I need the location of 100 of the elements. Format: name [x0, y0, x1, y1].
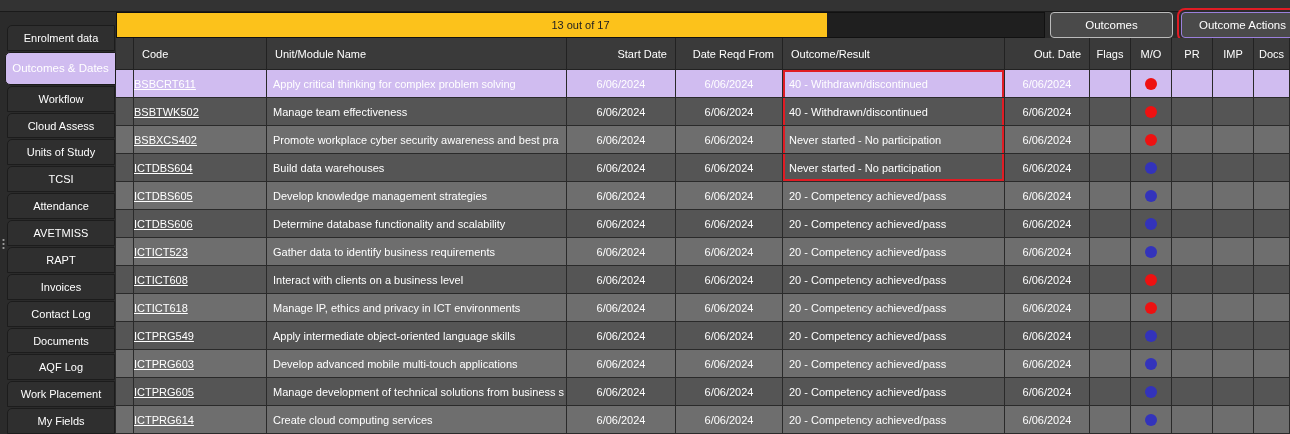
table-cell	[1254, 294, 1290, 322]
table-cell	[1213, 70, 1254, 98]
column-header[interactable]: Outcome/Result	[783, 38, 1005, 70]
table-cell	[1254, 182, 1290, 210]
table-cell	[1254, 266, 1290, 294]
sidebar-tab[interactable]: Cloud Assess	[7, 112, 115, 139]
table-cell: 6/06/2024	[1005, 70, 1090, 98]
table-cell	[1254, 126, 1290, 154]
unit-code-link[interactable]: ICTPRG603	[134, 357, 194, 370]
action-button[interactable]: Outcomes	[1050, 12, 1173, 38]
sidebar-tab[interactable]: My Fields	[7, 408, 115, 434]
unit-code-link[interactable]: BSBTWK502	[134, 105, 199, 118]
column-header[interactable]: Flags	[1090, 38, 1131, 70]
unit-code-link[interactable]: ICTICT618	[134, 301, 188, 314]
column-header[interactable]: Out. Date	[1005, 38, 1090, 70]
sidebar-tab[interactable]: Attendance	[7, 193, 115, 220]
table-cell: Never started - No participation	[783, 126, 1005, 154]
column-header[interactable]: PR	[1172, 38, 1213, 70]
table-cell	[1213, 406, 1254, 434]
sidebar-tab[interactable]: Documents	[7, 327, 115, 354]
table-cell: Manage team effectiveness	[267, 98, 567, 126]
table-cell: 6/06/2024	[676, 406, 783, 434]
table-cell: 6/06/2024	[1005, 182, 1090, 210]
table-cell: 6/06/2024	[676, 266, 783, 294]
table-cell	[1213, 322, 1254, 350]
unit-code-link[interactable]: ICTDBS604	[134, 161, 193, 174]
table-cell: 6/06/2024	[567, 98, 676, 126]
table-cell: 20 - Competency achieved/pass	[783, 182, 1005, 210]
table-cell: 6/06/2024	[676, 98, 783, 126]
table-cell: Interact with clients on a business level	[267, 266, 567, 294]
table-cell	[1213, 98, 1254, 126]
table-cell	[1254, 406, 1290, 434]
table-cell: Never started - No participation	[783, 154, 1005, 182]
grip-handle-icon[interactable]	[2, 238, 5, 250]
table-cell: 6/06/2024	[676, 322, 783, 350]
sidebar-tab[interactable]: RAPT	[7, 246, 115, 273]
table-cell	[1213, 378, 1254, 406]
column-header[interactable]: M/O	[1131, 38, 1172, 70]
table-cell	[1254, 210, 1290, 238]
unit-code-link[interactable]: ICTICT523	[134, 245, 188, 258]
sidebar-tab[interactable]: AQF Log	[7, 354, 115, 381]
column-header[interactable]: IMP	[1213, 38, 1254, 70]
table-cell: 6/06/2024	[1005, 350, 1090, 378]
column-header[interactable]: Date Reqd From	[676, 38, 783, 70]
unit-code-link[interactable]: ICTDBS605	[134, 189, 193, 202]
table-cell	[1254, 322, 1290, 350]
table-cell	[1213, 266, 1254, 294]
column-header[interactable]: Start Date	[567, 38, 676, 70]
table-cell: Develop knowledge management strategies	[267, 182, 567, 210]
unit-code-link[interactable]: ICTPRG549	[134, 329, 194, 342]
table-cell: 6/06/2024	[1005, 322, 1090, 350]
sidebar-tab[interactable]: Units of Study	[7, 139, 115, 166]
row-selector[interactable]	[116, 70, 134, 98]
unit-code-link[interactable]: ICTPRG614	[134, 413, 194, 426]
table-cell: 6/06/2024	[1005, 210, 1090, 238]
table-cell	[1254, 378, 1290, 406]
table-cell: 6/06/2024	[1005, 154, 1090, 182]
sidebar-tab[interactable]: AVETMISS	[7, 220, 115, 246]
table-cell: 6/06/2024	[567, 238, 676, 266]
sidebar-tab[interactable]: Invoices	[7, 273, 115, 300]
unit-code-link[interactable]: BSBXCS402	[134, 133, 197, 146]
table-cell: 20 - Competency achieved/pass	[783, 406, 1005, 434]
table-cell: Apply intermediate object-oriented language skills	[267, 322, 567, 350]
unit-code-link[interactable]: ICTPRG605	[134, 385, 194, 398]
table-cell: 6/06/2024	[1005, 98, 1090, 126]
table-cell: 6/06/2024	[567, 126, 676, 154]
table-cell: 6/06/2024	[676, 238, 783, 266]
table-cell: 6/06/2024	[676, 210, 783, 238]
table-cell: 6/06/2024	[1005, 406, 1090, 434]
unit-code-link[interactable]: ICTDBS606	[134, 217, 193, 230]
table-cell	[1213, 126, 1254, 154]
table-cell: 6/06/2024	[1005, 238, 1090, 266]
table-cell	[1213, 238, 1254, 266]
table-cell: 6/06/2024	[567, 406, 676, 434]
table-cell: 20 - Competency achieved/pass	[783, 266, 1005, 294]
table-cell: Apply critical thinking for complex problem solving	[267, 70, 567, 98]
sidebar-tab[interactable]: Contact Log	[7, 300, 115, 327]
sidebar-tab[interactable]: TCSI	[7, 166, 115, 193]
table-cell	[1254, 154, 1290, 182]
table-cell: 6/06/2024	[567, 378, 676, 406]
table-cell: 6/06/2024	[1005, 378, 1090, 406]
column-header[interactable]: Unit/Module Name	[267, 38, 567, 70]
table-cell: 20 - Competency achieved/pass	[783, 350, 1005, 378]
table-cell	[1213, 350, 1254, 378]
sidebar-tab[interactable]: Enrolment data	[7, 25, 115, 51]
table-cell	[1213, 294, 1254, 322]
table-cell: 6/06/2024	[567, 350, 676, 378]
progress-label: 13 out of 17	[551, 19, 610, 31]
sidebar-tab[interactable]: Work Placement	[7, 381, 115, 408]
table-cell: 20 - Competency achieved/pass	[783, 322, 1005, 350]
table-cell: 6/06/2024	[676, 378, 783, 406]
table-cell: 20 - Competency achieved/pass	[783, 210, 1005, 238]
column-header[interactable]: Docs	[1254, 38, 1290, 70]
table-cell	[1213, 182, 1254, 210]
sidebar-tab[interactable]: Workflow	[7, 85, 115, 112]
table-cell	[1254, 238, 1290, 266]
column-header[interactable]: Code	[134, 38, 267, 70]
table-cell	[1254, 98, 1290, 126]
unit-code-link[interactable]: ICTICT608	[134, 273, 188, 286]
table-cell: 6/06/2024	[567, 322, 676, 350]
